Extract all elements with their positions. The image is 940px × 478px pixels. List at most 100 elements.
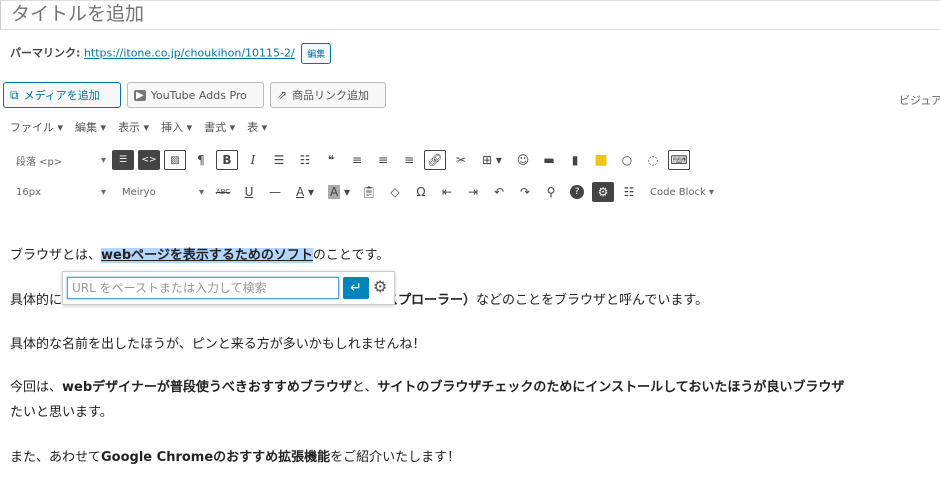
sticky-note-icon[interactable]: ■ — [590, 150, 612, 170]
indent-icon[interactable]: ⇥ — [462, 182, 484, 202]
content-paragraph-1[interactable]: ブラウザとは、webページを表示するためのソフトのことです。 — [10, 244, 389, 263]
font-family-value: Meiryo — [122, 186, 156, 198]
p4-text-a: 今回は、 — [10, 380, 63, 395]
text-color-label: A — [295, 185, 305, 199]
menu-view[interactable]: 表示 ▾ — [118, 119, 149, 135]
p5-bold-b: Google Chromeのおすすめ拡張機能 — [101, 450, 331, 465]
background-color-icon[interactable]: A ▾ — [324, 182, 354, 202]
content-paragraph-4[interactable]: 今回は、webデザイナーが普段使うべきおすすめブラウザと、サイトのブラウザチェッ… — [10, 376, 844, 395]
keyboard-icon[interactable]: ⌨ — [668, 150, 690, 170]
post-title-input[interactable] — [11, 3, 611, 25]
content-paragraph-5[interactable]: また、あわせてGoogle Chromeのおすすめ拡張機能をご紹介いたします！ — [10, 446, 460, 465]
editor-toolbar-2: 16px ▾ Meiryo ▾ ABC U — A ▾ A ▾ 📋︎ ◇ Ω ⇤… — [10, 180, 714, 204]
grid-icon[interactable]: ☷ — [618, 182, 640, 202]
paragraph-icon[interactable]: ¶ — [190, 150, 212, 170]
p4-text-c: と、 — [351, 380, 378, 395]
permalink-label: パーマリンク: — [10, 46, 81, 60]
share-icon: ⇗ — [277, 88, 288, 102]
youtube-adds-pro-label: YouTube Adds Pro — [150, 88, 247, 102]
content-paragraph-2-visible: スプローラー）などのことをブラウザと呼んでいます。 — [385, 289, 708, 308]
bold-icon[interactable]: B — [216, 150, 238, 170]
content-paragraph-2[interactable]: 具体的に — [10, 289, 62, 308]
chevron-down-icon: ▾ — [100, 186, 106, 198]
youtube-icon: ▶ — [134, 89, 146, 101]
format-select[interactable]: 段落 <p> ▾ — [10, 153, 112, 168]
permalink-url-link[interactable]: https://itone.co.jp/choukihon/10115-2/ — [84, 47, 295, 60]
strikethrough-icon[interactable]: ABC — [212, 182, 234, 202]
p1-text-before: ブラウザとは、 — [10, 248, 102, 263]
align-right-icon[interactable]: ≡ — [398, 150, 420, 170]
help-icon[interactable]: ? — [570, 185, 584, 199]
p4-bold-b: webデザイナーが普段使うべきおすすめブラウザ — [62, 380, 352, 395]
p4-bold-d: サイトのブラウザチェックのためにインストールしておいたほうが良いブラウザ — [377, 380, 845, 395]
find-replace-icon[interactable]: ⚲ — [540, 182, 562, 202]
editor-toolbar-1: 段落 <p> ▾ ☰ <> ▨ ¶ B I ☰ ☷ ❝ ≡ ≡ ≡ 🔗︎ ✂ ⊞… — [10, 148, 694, 172]
align-center-icon[interactable]: ≡ — [372, 150, 394, 170]
settings-gear-icon[interactable]: ⚙ — [592, 182, 614, 202]
outdent-icon[interactable]: ⇤ — [436, 182, 458, 202]
table-icon[interactable]: ⊞ ▾ — [476, 150, 508, 170]
menu-edit[interactable]: 編集 ▾ — [75, 119, 106, 135]
font-size-select[interactable]: 16px ▾ — [10, 187, 112, 198]
speech-bubble-icon[interactable]: ○ — [616, 150, 638, 170]
link-url-input[interactable] — [67, 277, 339, 299]
link-icon[interactable]: 🔗︎ — [424, 150, 446, 170]
link-settings-gear-icon[interactable]: ⚙ — [373, 277, 387, 296]
permalink-row: パーマリンク: https://itone.co.jp/choukihon/10… — [10, 43, 332, 64]
blockquote-icon[interactable]: ❝ — [320, 150, 342, 170]
code-icon[interactable]: <> — [138, 150, 160, 170]
kitchen-sink-icon[interactable]: ☰ — [112, 150, 134, 170]
link-insert-popup: ↵ ⚙ — [62, 271, 395, 305]
link-apply-button[interactable]: ↵ — [343, 277, 369, 299]
chevron-down-icon: ▾ — [100, 154, 106, 166]
clear-formatting-icon[interactable]: ◇ — [384, 182, 406, 202]
p5-text-a: また、あわせて — [10, 450, 102, 465]
font-family-select[interactable]: Meiryo ▾ — [112, 187, 212, 198]
menu-table[interactable]: 表 ▾ — [247, 119, 267, 135]
undo-icon[interactable]: ↶ — [488, 182, 510, 202]
menu-format[interactable]: 書式 ▾ — [204, 119, 235, 135]
emoji-icon[interactable]: ☺ — [512, 150, 534, 170]
content-paragraph-3[interactable]: 具体的な名前を出したほうが、ピンと来る方が多いかもしれませんね！ — [10, 333, 425, 352]
redo-icon[interactable]: ↷ — [514, 182, 536, 202]
background-color-label: A — [327, 185, 341, 199]
add-media-button[interactable]: ⧉ メディアを追加 — [3, 82, 121, 108]
editor-menubar: ファイル ▾ 編集 ▾ 表示 ▾ 挿入 ▾ 書式 ▾ 表 ▾ — [10, 119, 267, 135]
format-select-value: 段落 <p> — [16, 156, 63, 168]
underline-icon[interactable]: U — [238, 182, 260, 202]
menu-file[interactable]: ファイル ▾ — [10, 119, 63, 135]
code-block-select[interactable]: Code Block ▾ — [650, 187, 714, 198]
italic-icon[interactable]: I — [242, 150, 264, 170]
youtube-adds-pro-button[interactable]: ▶ YouTube Adds Pro — [127, 82, 264, 108]
p5-text-c: をご紹介いたします！ — [330, 450, 461, 465]
align-left-icon[interactable]: ≡ — [346, 150, 368, 170]
unlink-icon[interactable]: ✂ — [450, 150, 472, 170]
text-color-icon[interactable]: A ▾ — [290, 182, 320, 202]
bullet-list-icon[interactable]: ☰ — [268, 150, 290, 170]
title-field-container — [0, 0, 940, 30]
page-break-icon[interactable]: ▮ — [564, 150, 586, 170]
menu-insert[interactable]: 挿入 ▾ — [161, 119, 192, 135]
p1-text-after: のことです。 — [312, 248, 390, 263]
selected-link-text[interactable]: webページを表示するためのソフト — [101, 248, 313, 263]
add-media-label: メディアを追加 — [23, 89, 100, 102]
chevron-down-icon: ▾ — [198, 186, 204, 198]
read-more-icon[interactable]: ▬ — [538, 150, 560, 170]
horizontal-line-icon[interactable]: — — [264, 182, 286, 202]
special-character-icon[interactable]: Ω — [410, 182, 432, 202]
add-product-link-label: 商品リンク追加 — [292, 89, 370, 102]
content-paragraph-4-line2[interactable]: たいと思います。 — [10, 401, 113, 420]
p2-text-end: などのことをブラウザと呼んでいます。 — [476, 293, 709, 308]
font-size-value: 16px — [16, 186, 41, 198]
media-icon: ⧉ — [10, 87, 19, 102]
p2-bold-text: スプローラー） — [385, 293, 477, 308]
tab-visual[interactable]: ビジュア — [899, 92, 940, 108]
speech-bubble-alt-icon[interactable]: ◌ — [642, 150, 664, 170]
p2-text-start: 具体的に — [10, 293, 63, 308]
image-icon[interactable]: ▨ — [164, 150, 186, 170]
add-product-link-button[interactable]: ⇗ 商品リンク追加 — [270, 82, 386, 108]
enter-icon: ↵ — [350, 280, 362, 296]
numbered-list-icon[interactable]: ☷ — [294, 150, 316, 170]
permalink-edit-button[interactable]: 編集 — [301, 43, 332, 64]
paste-text-icon[interactable]: 📋︎ — [358, 182, 380, 202]
